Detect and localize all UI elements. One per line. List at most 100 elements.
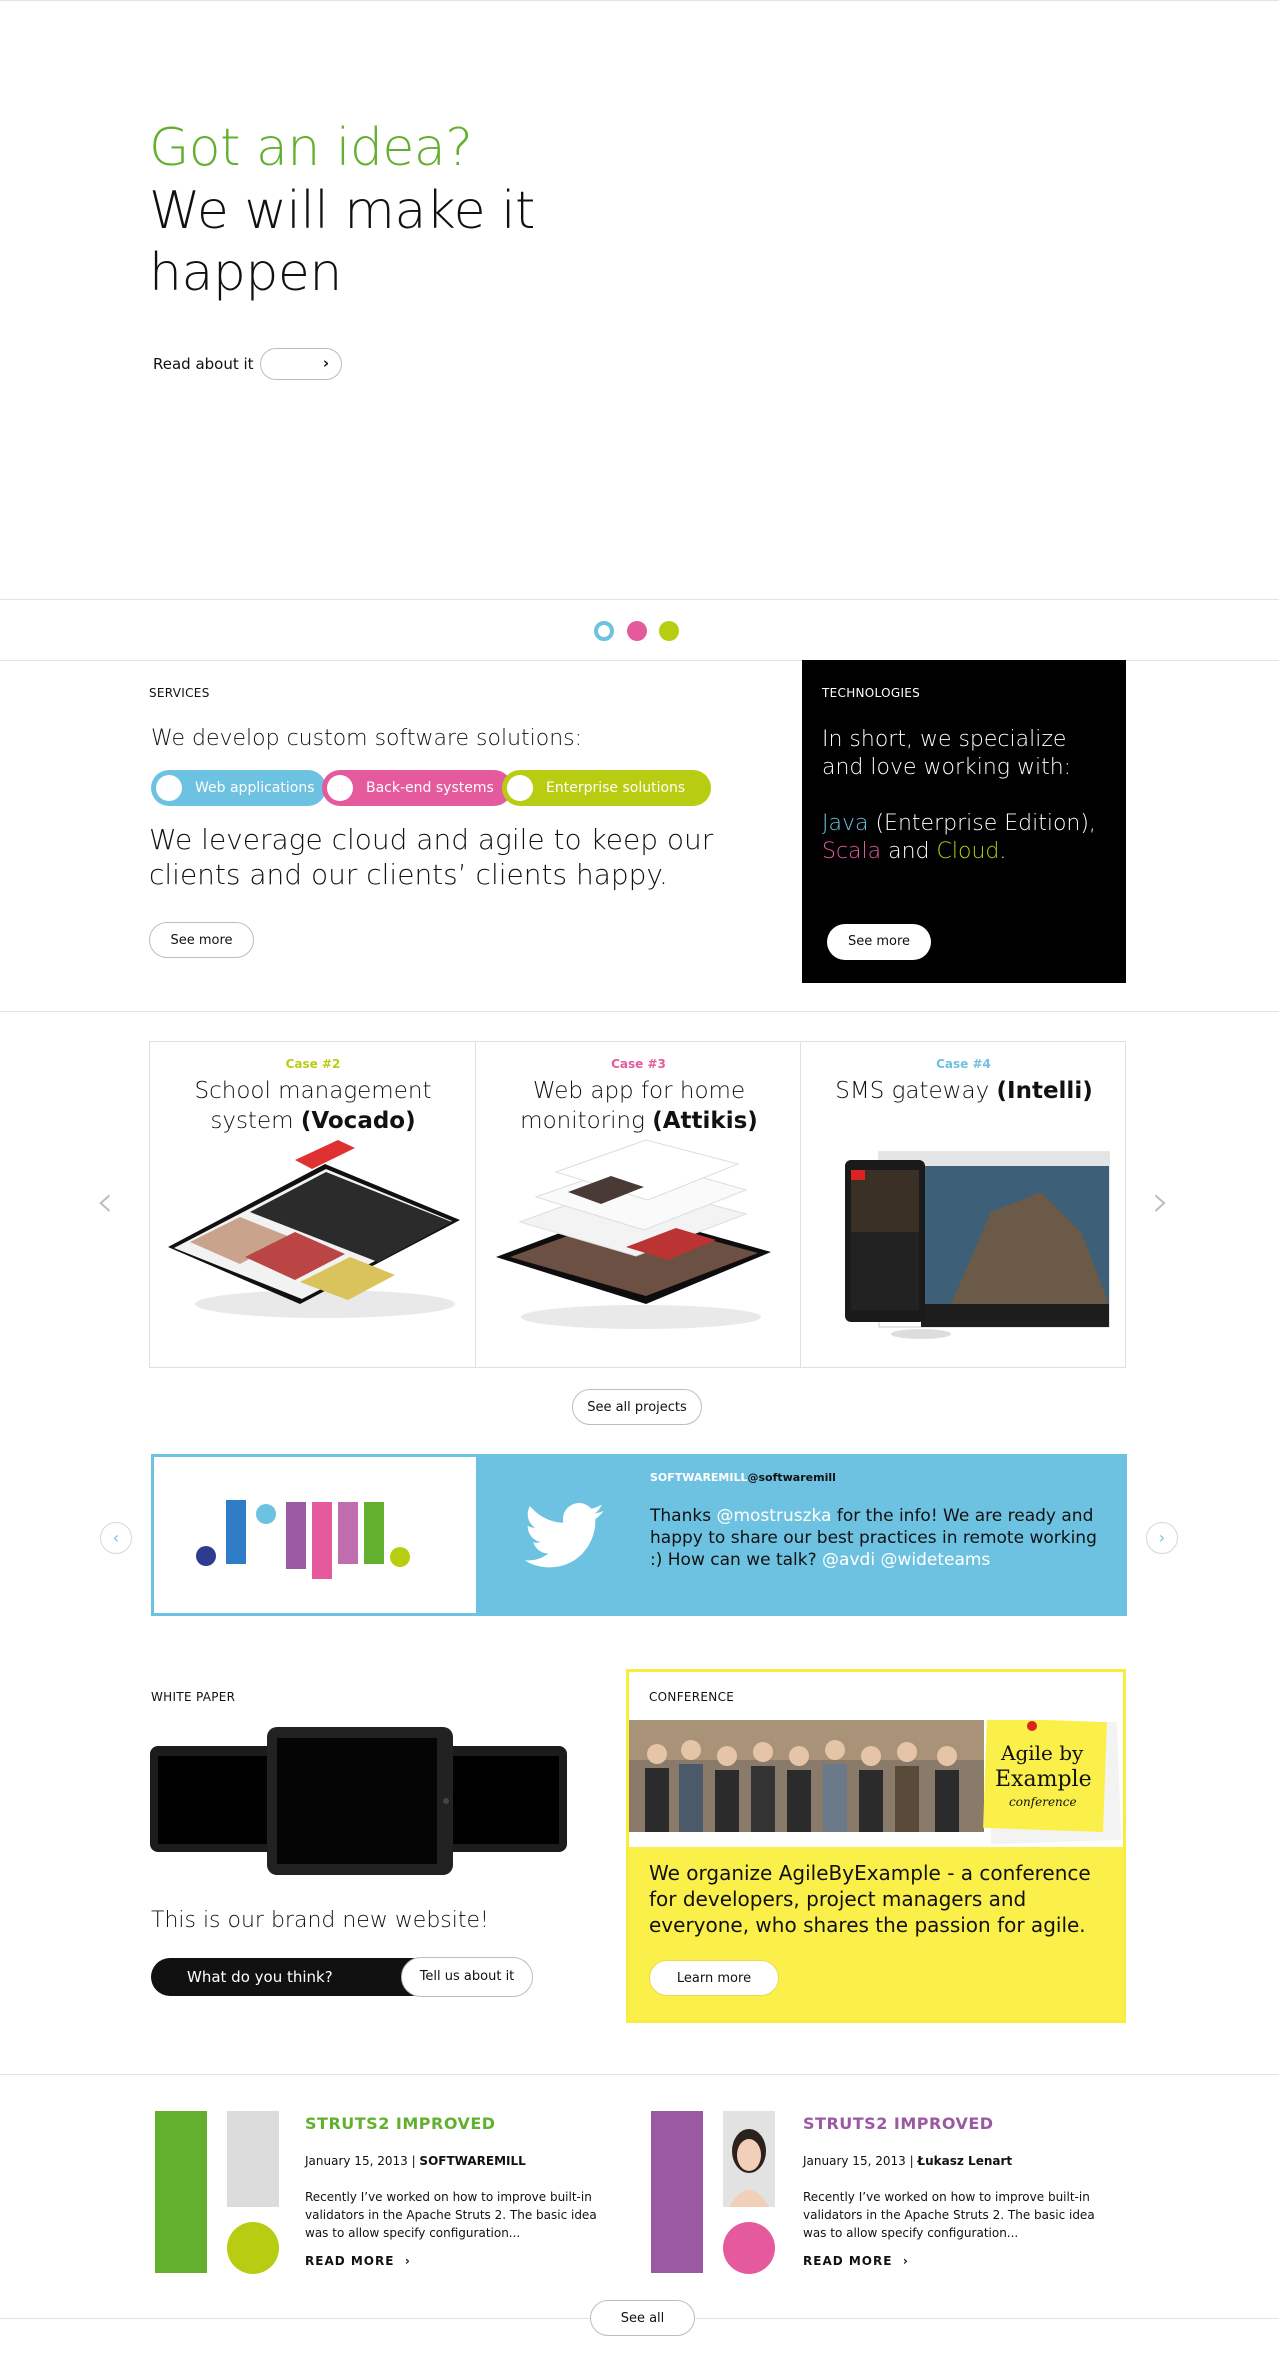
blog-post-date: January 15, 2013 [305, 2154, 408, 2168]
conference-photo: Agile by Example conference [629, 1720, 1122, 1845]
conference-logo-line3: conference [1009, 1795, 1077, 1809]
learn-more-button[interactable]: Learn more [649, 1960, 779, 1996]
hero-headline-accent: Got an idea? [149, 118, 473, 178]
pill-label: Enterprise solutions [546, 780, 686, 796]
meta-separator: | [407, 2154, 420, 2168]
blog-post-1-read-more[interactable]: READ MORE › [305, 2254, 411, 2268]
conference-logo-line1: Agile by [1000, 1741, 1084, 1765]
tweet-prev-button[interactable]: ‹ [100, 1522, 132, 1554]
circle-icon [156, 775, 182, 801]
cases-carousel: Case #2 School management system (Vocado… [149, 1041, 1126, 1368]
blog-post-1-placeholder-image [227, 2111, 279, 2207]
services-see-more-button[interactable]: See more [149, 922, 254, 958]
tweet-text-part: Thanks [650, 1506, 717, 1526]
layered-app-image [496, 1139, 771, 1329]
tweet-mention-link[interactable]: @avdi [822, 1550, 875, 1570]
white-paper-label: WHITE PAPER [151, 1690, 236, 1704]
tweet-author-handle: @softwaremill [747, 1471, 836, 1484]
read-more-label: READ MORE [803, 2254, 893, 2268]
read-about-label: Read about it [153, 355, 254, 373]
case-card[interactable]: Case #3 Web app for home monitoring (Att… [475, 1042, 801, 1367]
softwaremill-logo-icon [196, 1500, 410, 1613]
feedback-question: What do you think? [187, 1968, 333, 1986]
services-label: SERVICES [149, 686, 210, 700]
cloud-text: Cloud [936, 839, 1000, 864]
blog-post-2-author-photo [723, 2111, 775, 2207]
chevron-right-icon: › [399, 2254, 411, 2268]
slider-dot-1[interactable] [594, 621, 614, 641]
twitter-panel: SOFTWAREMILL@softwaremill Thanks @mostru… [151, 1454, 1127, 1616]
feedback-bar: What do you think? Tell us about it [151, 1957, 533, 1997]
technologies-panel: TECHNOLOGIES In short, we specialize and… [802, 660, 1126, 983]
blog-post-1-color-bar [155, 2111, 207, 2273]
slider-dot-2[interactable] [627, 621, 647, 641]
slider-dot-3[interactable] [659, 621, 679, 641]
technologies-see-more-button[interactable]: See more [827, 924, 931, 960]
services-intro: We develop custom software solutions: [151, 726, 583, 751]
java-text: Java [822, 811, 869, 836]
blog-post-author[interactable]: SOFTWAREMILL [419, 2154, 525, 2168]
pill-dot-icon [337, 785, 343, 791]
chevron-right-icon: › [322, 354, 329, 372]
chevron-right-icon: › [1158, 1528, 1166, 1547]
conference-text: We organize AgileByExample - a conferenc… [649, 1861, 1091, 1937]
technologies-list: Java (Enterprise Edition), Scala and Clo… [822, 810, 1112, 866]
blog-post-author[interactable]: Łukasz Lenart [917, 2154, 1012, 2168]
white-paper-subtitle: This is our brand new website! [151, 1908, 489, 1933]
pill-dot-icon [166, 785, 172, 791]
conference-label: CONFERENCE [649, 1690, 735, 1704]
tweet-mention-link[interactable]: @wideteams [880, 1550, 990, 1570]
conference-panel: CONFERENCE Agile by Example conference W… [626, 1669, 1126, 2023]
blog-post-1-excerpt: Recently I’ve worked on how to improve b… [305, 2190, 597, 2240]
softwaremill-logo [154, 1457, 476, 1613]
circle-icon [327, 775, 353, 801]
tweet-author[interactable]: SOFTWAREMILL@softwaremill [650, 1471, 836, 1484]
blog-post-2-color-bar [651, 2111, 703, 2273]
tweet-text: Thanks @mostruszka for the info! We are … [650, 1505, 1110, 1571]
tweet-next-button[interactable]: › [1146, 1522, 1178, 1554]
circle-icon [507, 775, 533, 801]
blog-post-2-circle [723, 2222, 775, 2274]
tablet-screenshot-image [168, 1140, 460, 1318]
scala-text: Scala [822, 839, 882, 864]
period-text: . [999, 839, 1007, 864]
chevron-left-icon: ‹ [112, 1528, 120, 1547]
twitter-bird-icon [524, 1503, 604, 1568]
meta-separator: | [905, 2154, 918, 2168]
conference-logo-line2: Example [995, 1767, 1092, 1792]
services-statement: We leverage cloud and agile to keep our … [149, 823, 714, 891]
tweet-mention-link[interactable]: @mostruszka [716, 1506, 831, 1526]
blog-post-1-meta: January 15, 2013 | SOFTWAREMILL [305, 2154, 526, 2168]
blog-post-2-excerpt: Recently I’ve worked on how to improve b… [803, 2190, 1095, 2240]
blog-post-2-meta: January 15, 2013 | Łukasz Lenart [803, 2154, 1012, 2168]
pill-enterprise-solutions[interactable]: Enterprise solutions [502, 770, 711, 806]
see-all-projects-button[interactable]: See all projects [572, 1389, 702, 1425]
cases-next-arrow-icon[interactable]: › [1152, 1176, 1170, 1227]
technologies-intro: In short, we specialize and love working… [822, 727, 1072, 780]
tweet-author-name: SOFTWAREMILL [650, 1471, 748, 1484]
blog-post-1-title[interactable]: STRUTS2 IMPROVED [305, 2114, 496, 2133]
and-text: and [881, 839, 937, 864]
pill-back-end-systems[interactable]: Back-end systems [322, 770, 512, 806]
pill-dot-icon [517, 785, 523, 791]
hero-headline: We will make it happen [149, 181, 535, 303]
tell-us-button[interactable]: Tell us about it [401, 1957, 533, 1997]
blog-post-2-title[interactable]: STRUTS2 IMPROVED [803, 2114, 994, 2133]
read-more-label: READ MORE [305, 2254, 395, 2268]
blog-post-date: January 15, 2013 [803, 2154, 906, 2168]
pill-label: Web applications [195, 780, 315, 796]
case-card[interactable]: Case #2 School management system (Vocado… [150, 1042, 476, 1367]
cases-prev-arrow-icon[interactable]: ‹ [96, 1176, 114, 1227]
tablets-image [150, 1727, 567, 1875]
blog-post-1-circle [227, 2222, 279, 2274]
case-card[interactable]: Case #4 SMS gateway (Intelli) [800, 1042, 1126, 1367]
java-rest-text: (Enterprise Edition), [868, 811, 1096, 836]
see-all-posts-button[interactable]: See all [590, 2300, 695, 2336]
pill-label: Back-end systems [366, 780, 494, 796]
website-mockup-image [845, 1151, 1110, 1339]
blog-post-2-read-more[interactable]: READ MORE › [803, 2254, 909, 2268]
chevron-right-icon: › [897, 2254, 909, 2268]
pill-web-applications[interactable]: Web applications [151, 770, 326, 806]
read-about-button[interactable]: › [260, 348, 342, 380]
technologies-label: TECHNOLOGIES [822, 686, 921, 700]
